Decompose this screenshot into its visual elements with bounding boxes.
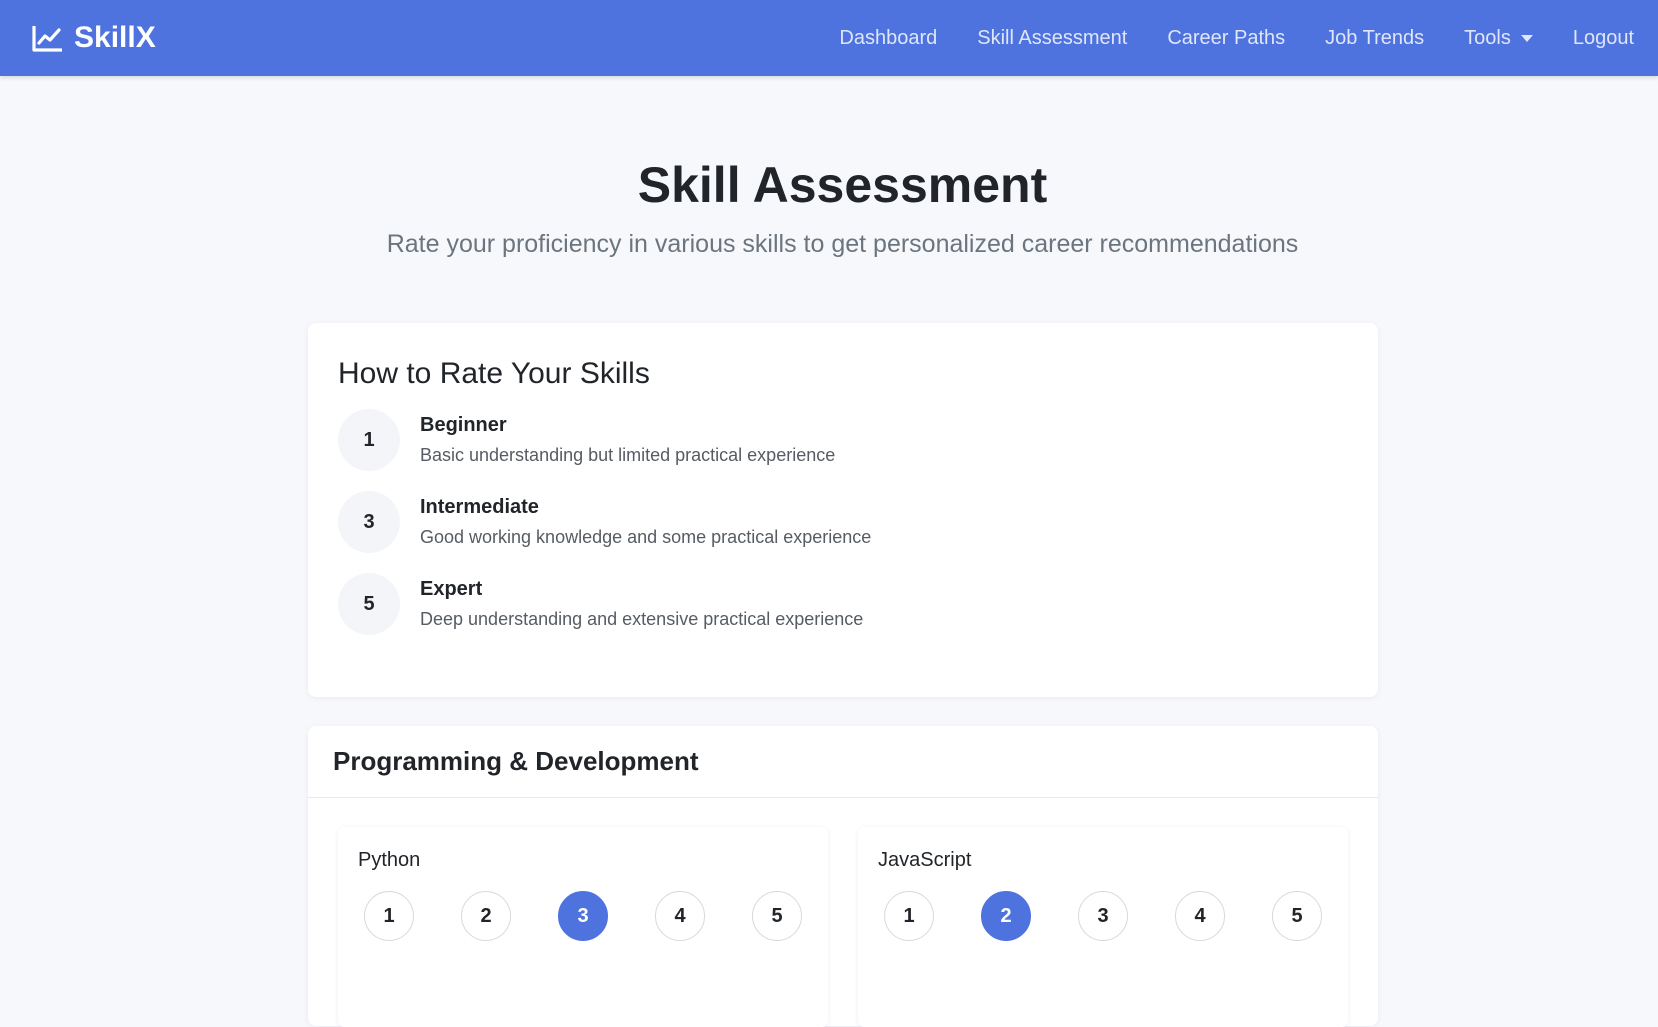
level-title: Intermediate [420, 496, 539, 518]
rating-button-2[interactable]: 2 [461, 891, 511, 941]
section-title: Programming & Development [333, 746, 699, 776]
skill-name: JavaScript [878, 849, 972, 871]
nav-tools-label: Tools [1464, 26, 1511, 49]
skill-name: Python [358, 849, 421, 871]
nav-job-trends[interactable]: Job Trends [1305, 27, 1444, 50]
nav-career-paths[interactable]: Career Paths [1147, 27, 1305, 50]
level-badge: 5 [338, 573, 400, 635]
how-to-rate-title: How to Rate Your Skills [338, 357, 650, 390]
level-description: Good working knowledge and some practica… [420, 527, 872, 547]
top-navbar: SkillX Dashboard Skill Assessment Career… [0, 0, 1658, 76]
nav-dashboard[interactable]: Dashboard [819, 27, 957, 50]
brand-name: SkillX [74, 21, 156, 54]
rating-button-4[interactable]: 4 [655, 891, 705, 941]
nav-skill-assessment[interactable]: Skill Assessment [957, 27, 1147, 50]
caret-down-icon [1520, 34, 1533, 42]
rating-button-4[interactable]: 4 [1175, 891, 1225, 941]
nav-tools-dropdown[interactable]: Tools [1444, 27, 1553, 50]
rating-button-5[interactable]: 5 [1272, 891, 1322, 941]
level-description: Deep understanding and extensive practic… [420, 609, 864, 629]
rating-level-beginner: 1 Beginner Basic understanding but limit… [338, 409, 835, 471]
skill-card-javascript: JavaScript 1 2 3 4 5 [858, 827, 1348, 1027]
rating-buttons: 1 2 3 4 5 [884, 891, 1322, 941]
level-description: Basic understanding but limited practica… [420, 445, 836, 465]
page-title: Skill Assessment [637, 157, 1048, 213]
level-title: Beginner [420, 414, 507, 436]
nav-logout[interactable]: Logout [1553, 27, 1634, 50]
rating-button-2[interactable]: 2 [981, 891, 1031, 941]
rating-level-intermediate: 3 Intermediate Good working knowledge an… [338, 491, 871, 553]
programming-development-card: Programming & Development Python 1 2 3 4… [308, 726, 1378, 1027]
rating-button-1[interactable]: 1 [364, 891, 414, 941]
rating-button-5[interactable]: 5 [752, 891, 802, 941]
card-header: Programming & Development [308, 726, 1378, 798]
rating-buttons: 1 2 3 4 5 [364, 891, 802, 941]
nav-links: Dashboard Skill Assessment Career Paths … [819, 0, 1634, 76]
rating-button-1[interactable]: 1 [884, 891, 934, 941]
brand-link[interactable]: SkillX [32, 0, 156, 76]
skill-card-python: Python 1 2 3 4 5 [338, 827, 828, 1027]
rating-button-3[interactable]: 3 [558, 891, 608, 941]
level-badge: 3 [338, 491, 400, 553]
chart-line-icon [32, 24, 64, 52]
level-badge: 1 [338, 409, 400, 471]
how-to-rate-card: How to Rate Your Skills 1 Beginner Basic… [308, 323, 1378, 697]
page-subtitle: Rate your proficiency in various skills … [386, 230, 1299, 258]
rating-level-expert: 5 Expert Deep understanding and extensiv… [338, 573, 863, 635]
rating-button-3[interactable]: 3 [1078, 891, 1128, 941]
level-title: Expert [420, 578, 483, 600]
